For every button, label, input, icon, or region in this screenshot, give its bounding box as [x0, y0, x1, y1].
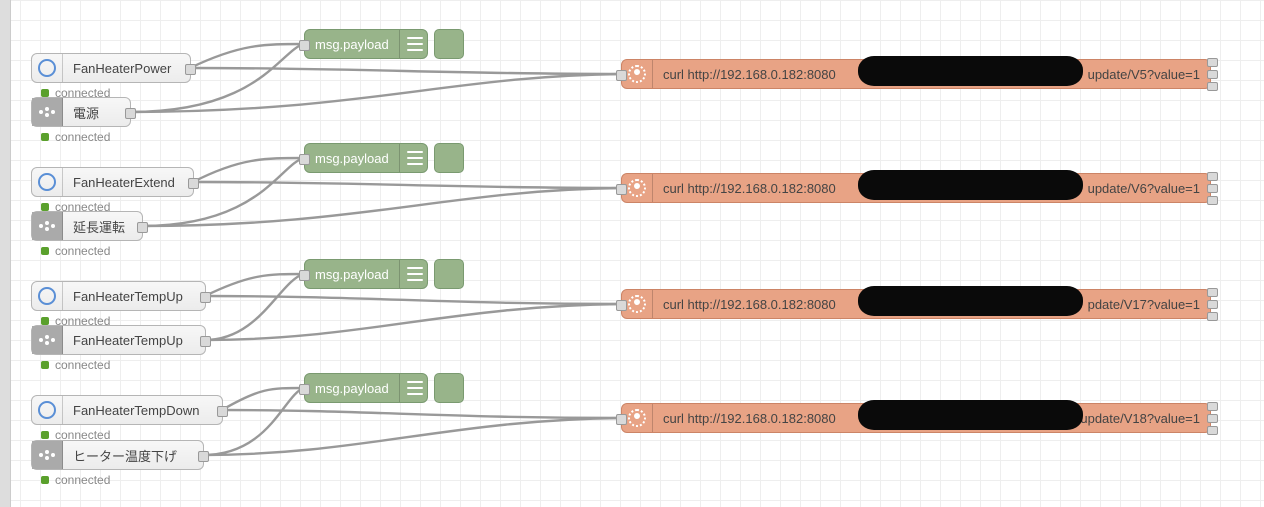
output-ports[interactable]	[1207, 58, 1216, 91]
assistant-icon	[32, 441, 63, 469]
redacted-region	[858, 170, 1083, 200]
debug-label: msg.payload	[305, 267, 399, 282]
output-ports[interactable]	[1207, 402, 1216, 435]
ring-icon	[32, 54, 63, 82]
node-red-canvas[interactable]: msg.payload FanHeaterPower connected 電源 …	[0, 0, 1264, 507]
node-label: FanHeaterTempDown	[63, 403, 209, 418]
debug-label: msg.payload	[305, 381, 399, 396]
status-led	[41, 89, 49, 97]
input-port[interactable]	[299, 270, 310, 281]
ring-icon	[32, 396, 63, 424]
status-text: connected	[55, 130, 110, 144]
output-port[interactable]	[200, 292, 211, 303]
status-led	[41, 133, 49, 141]
debug-node[interactable]: msg.payload	[304, 373, 428, 403]
list-icon	[399, 374, 430, 402]
debug-node[interactable]: msg.payload	[304, 143, 428, 173]
list-icon	[399, 144, 430, 172]
list-icon	[399, 30, 430, 58]
exec-label-suffix: update/V6?value=1	[1078, 181, 1210, 196]
assistant-icon	[32, 326, 63, 354]
exec-label-prefix: curl http://192.168.0.182:8080	[653, 297, 846, 312]
output-port[interactable]	[137, 222, 148, 233]
input-port[interactable]	[616, 70, 627, 81]
node-label: FanHeaterExtend	[63, 175, 185, 190]
input-node-fanheatertempdown[interactable]: FanHeaterTempDown	[31, 395, 223, 425]
redacted-region	[858, 286, 1083, 316]
input-node-power-jp[interactable]: 電源	[31, 97, 131, 127]
node-label: 電源	[63, 103, 109, 122]
output-ports[interactable]	[1207, 288, 1216, 321]
input-node-extend-jp[interactable]: 延長運転	[31, 211, 143, 241]
node-label: FanHeaterTempUp	[63, 289, 193, 304]
output-port[interactable]	[217, 406, 228, 417]
left-gutter	[0, 0, 11, 507]
redacted-region	[858, 56, 1083, 86]
exec-label-prefix: curl http://192.168.0.182:8080	[653, 67, 846, 82]
input-node-fanheaterextend[interactable]: FanHeaterExtend	[31, 167, 194, 197]
input-port[interactable]	[299, 40, 310, 51]
exec-label-suffix: pdate/V17?value=1	[1078, 297, 1210, 312]
debug-toggle-button[interactable]	[434, 259, 464, 289]
ring-icon	[32, 282, 63, 310]
status: connected	[41, 244, 110, 258]
debug-node[interactable]: msg.payload	[304, 259, 428, 289]
input-port[interactable]	[616, 184, 627, 195]
exec-label-suffix: update/V18?value=1	[1070, 411, 1210, 426]
debug-node[interactable]: msg.payload	[304, 29, 428, 59]
status: connected	[41, 473, 110, 487]
list-icon	[399, 260, 430, 288]
input-port[interactable]	[299, 154, 310, 165]
input-node-tempdown-jp[interactable]: ヒーター温度下げ	[31, 440, 204, 470]
output-port[interactable]	[200, 336, 211, 347]
exec-label-suffix: update/V5?value=1	[1078, 67, 1210, 82]
node-label: FanHeaterTempUp	[63, 333, 193, 348]
status: connected	[41, 130, 110, 144]
output-port[interactable]	[188, 178, 199, 189]
debug-label: msg.payload	[305, 37, 399, 52]
input-port[interactable]	[616, 300, 627, 311]
output-port[interactable]	[185, 64, 196, 75]
debug-toggle-button[interactable]	[434, 29, 464, 59]
assistant-icon	[32, 98, 63, 126]
assistant-icon	[32, 212, 63, 240]
input-port[interactable]	[616, 414, 627, 425]
output-ports[interactable]	[1207, 172, 1216, 205]
debug-toggle-button[interactable]	[434, 373, 464, 403]
debug-label: msg.payload	[305, 151, 399, 166]
input-port[interactable]	[299, 384, 310, 395]
ring-icon	[32, 168, 63, 196]
exec-label-prefix: curl http://192.168.0.182:8080	[653, 411, 846, 426]
input-node-fanheatertempup-b[interactable]: FanHeaterTempUp	[31, 325, 206, 355]
input-node-fanheaterpower[interactable]: FanHeaterPower	[31, 53, 191, 83]
node-label: ヒーター温度下げ	[63, 446, 187, 465]
debug-toggle-button[interactable]	[434, 143, 464, 173]
node-label: FanHeaterPower	[63, 61, 181, 76]
status: connected	[41, 358, 110, 372]
node-label: 延長運転	[63, 217, 135, 236]
input-node-fanheatertempup-a[interactable]: FanHeaterTempUp	[31, 281, 206, 311]
exec-label-prefix: curl http://192.168.0.182:8080	[653, 181, 846, 196]
redacted-region	[858, 400, 1083, 430]
output-port[interactable]	[198, 451, 209, 462]
output-port[interactable]	[125, 108, 136, 119]
